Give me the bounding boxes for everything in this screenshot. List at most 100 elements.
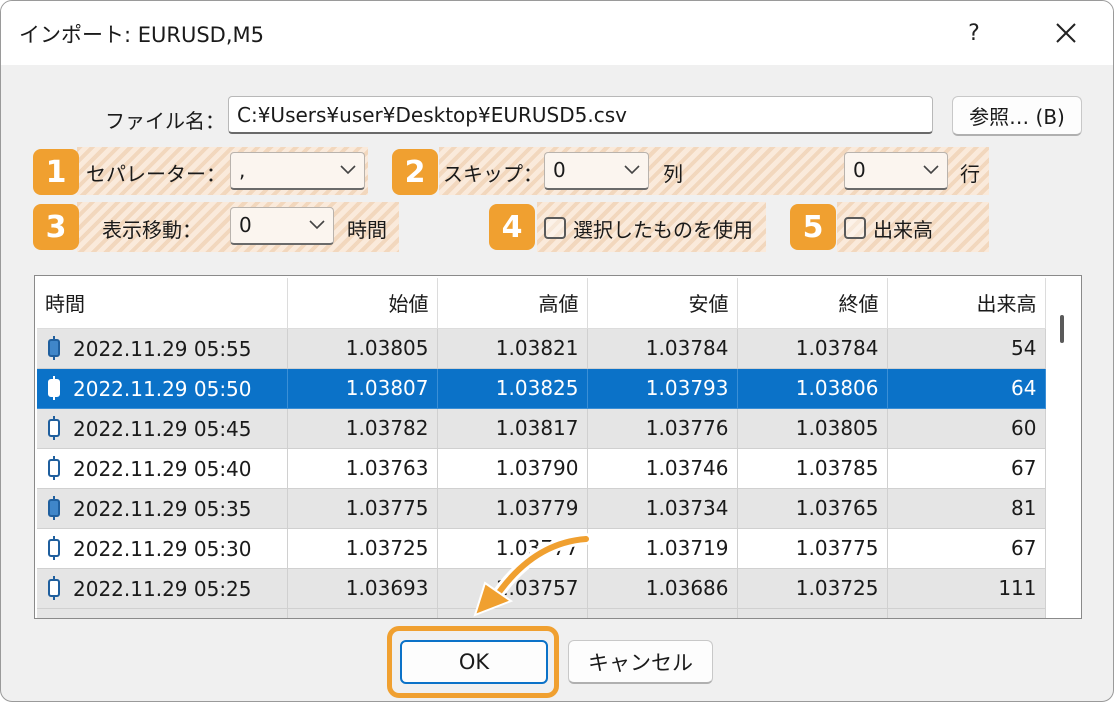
- cell-empty: [587, 608, 738, 618]
- cell-low: 1.03719: [587, 528, 738, 569]
- shift-value: 0: [239, 213, 252, 237]
- file-path-input[interactable]: C:¥Users¥user¥Desktop¥EURUSD5.csv: [228, 96, 933, 134]
- badge-1: 1: [33, 149, 79, 195]
- cell-time: 2022.11.29 05:55: [37, 328, 288, 369]
- column-header-volume[interactable]: 出来高: [887, 278, 1046, 329]
- cell-volume: 54: [887, 328, 1046, 369]
- time-value: 2022.11.29 05:30: [73, 536, 252, 561]
- cell-time: 2022.11.29 05:30: [37, 528, 288, 569]
- cell-low: 1.03793: [587, 368, 738, 409]
- cell-high: 1.03821: [437, 328, 588, 369]
- use-selected-checkbox[interactable]: [544, 217, 566, 239]
- cell-empty: [887, 608, 1046, 618]
- table-header: 時間 始値 高値 安値 終値 出来高: [37, 278, 1046, 329]
- cell-open: 1.03763: [287, 448, 438, 489]
- cell-open: 1.03807: [287, 368, 438, 409]
- badge-5: 5: [790, 204, 836, 250]
- cell-close: 1.03775: [737, 528, 888, 569]
- cell-close: 1.03784: [737, 328, 888, 369]
- shift-label: 表示移動：: [102, 218, 202, 242]
- cell-volume: 67: [887, 448, 1046, 489]
- skip-columns-select[interactable]: 0: [544, 152, 649, 190]
- window-title: インポート: EURUSD,M5: [19, 23, 265, 47]
- cell-low: 1.03734: [587, 488, 738, 529]
- table-row[interactable]: 2022.11.29 05:50 1.03807 1.03825 1.03793 1.0…: [37, 368, 1046, 409]
- time-value: 2022.11.29 05:25: [73, 576, 252, 601]
- cell-high: 1.03790: [437, 448, 588, 489]
- cell-high: 1.03825: [437, 368, 588, 409]
- file-name-label: ファイル名：: [105, 109, 225, 133]
- cell-volume: 111: [887, 568, 1046, 609]
- chevron-down-icon: [340, 165, 356, 175]
- scrollbar-thumb[interactable]: [1060, 315, 1064, 343]
- cell-low: 1.03776: [587, 408, 738, 449]
- cell-open: 1.03805: [287, 328, 438, 369]
- badge-4: 4: [489, 204, 535, 250]
- column-header-low[interactable]: 安値: [587, 278, 738, 329]
- cell-open: 1.03775: [287, 488, 438, 529]
- cancel-button[interactable]: キャンセル: [568, 640, 713, 684]
- candlestick-icon: [48, 495, 60, 520]
- use-selected-label: 選択したものを使用: [573, 218, 753, 242]
- badge-2: 2: [392, 149, 438, 195]
- cell-close: 1.03805: [737, 408, 888, 449]
- column-header-open[interactable]: 始値: [287, 278, 438, 329]
- cell-close: 1.03725: [737, 568, 888, 609]
- cell-empty: [37, 608, 288, 618]
- time-value: 2022.11.29 05:55: [73, 336, 252, 361]
- close-icon: [1056, 23, 1076, 43]
- cell-time: 2022.11.29 05:35: [37, 488, 288, 529]
- candlestick-icon: [48, 575, 60, 600]
- browse-button[interactable]: 参照… (B): [952, 96, 1082, 136]
- shift-select[interactable]: 0: [230, 207, 334, 245]
- time-value: 2022.11.29 05:40: [73, 456, 252, 481]
- column-header-high[interactable]: 高値: [437, 278, 588, 329]
- chevron-down-icon: [923, 165, 939, 175]
- candlestick-icon: [48, 415, 60, 440]
- cell-high: 1.03817: [437, 408, 588, 449]
- candlestick-icon: [48, 455, 60, 480]
- cell-time: 2022.11.29 05:50: [37, 368, 288, 409]
- badge-3: 3: [33, 204, 79, 250]
- skip-columns-unit: 列: [663, 162, 683, 186]
- close-button[interactable]: [1033, 1, 1099, 65]
- cell-close: 1.03806: [737, 368, 888, 409]
- cell-low: 1.03746: [587, 448, 738, 489]
- import-dialog: インポート: EURUSD,M5 ? ファイル名： C:¥Users¥user¥…: [0, 0, 1114, 702]
- cell-volume: 64: [887, 368, 1046, 409]
- candlestick-icon: [48, 535, 60, 560]
- candlestick-icon: [48, 335, 60, 360]
- cell-close: 1.03785: [737, 448, 888, 489]
- ok-button[interactable]: OK: [400, 640, 548, 684]
- skip-label: スキップ：: [443, 162, 543, 186]
- candlestick-icon: [48, 375, 60, 400]
- skip-columns-value: 0: [553, 158, 566, 182]
- chevron-down-icon: [309, 220, 325, 230]
- cell-open: 1.03693: [287, 568, 438, 609]
- cell-time: 2022.11.29 05:45: [37, 408, 288, 449]
- cell-open: 1.03782: [287, 408, 438, 449]
- time-value: 2022.11.29 05:45: [73, 416, 252, 441]
- cell-low: 1.03784: [587, 328, 738, 369]
- cell-volume: 81: [887, 488, 1046, 529]
- help-button[interactable]: ?: [941, 1, 1007, 65]
- cell-time: 2022.11.29 05:25: [37, 568, 288, 609]
- time-value: 2022.11.29 05:50: [73, 376, 252, 401]
- volume-checkbox[interactable]: [844, 217, 866, 239]
- table-row[interactable]: 2022.11.29 05:55 1.03805 1.03821 1.03784 1.0…: [37, 328, 1046, 369]
- cell-open: 1.03725: [287, 528, 438, 569]
- separator-value: ,: [239, 158, 246, 182]
- table-row[interactable]: 2022.11.29 05:45 1.03782 1.03817 1.03776 1.0…: [37, 408, 1046, 449]
- chevron-down-icon: [624, 165, 640, 175]
- skip-rows-select[interactable]: 0: [844, 152, 948, 190]
- separator-select[interactable]: ,: [230, 152, 365, 190]
- column-header-time[interactable]: 時間: [37, 278, 288, 329]
- cell-empty: [287, 608, 438, 618]
- volume-label: 出来高: [873, 218, 933, 242]
- cell-volume: 60: [887, 408, 1046, 449]
- table-row[interactable]: 2022.11.29 05:40 1.03763 1.03790 1.03746 1.0…: [37, 448, 1046, 489]
- skip-rows-unit: 行: [960, 162, 980, 186]
- column-header-close[interactable]: 終値: [737, 278, 888, 329]
- cell-volume: 67: [887, 528, 1046, 569]
- cell-empty: [737, 608, 888, 618]
